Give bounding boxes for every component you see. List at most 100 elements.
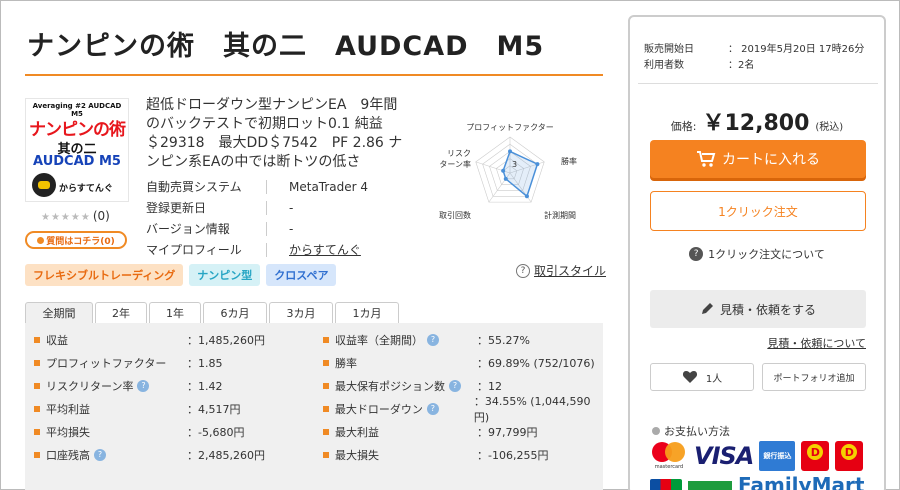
stats-label: 最大損失 <box>335 447 477 463</box>
meta-row: 自動売買システム MetaTrader 4 <box>146 176 406 197</box>
meta-label: 登録更新日 <box>146 201 207 215</box>
stats-label: 収益 <box>46 332 187 348</box>
meta-value: MetaTrader 4 <box>289 179 369 194</box>
stats-row: 平均利益 ：4,517円 最大ドローダウン? ：34.55% (1,044,590円) <box>25 395 603 424</box>
stats-label-text: 平均利益 <box>46 402 90 416</box>
meta-value: - <box>289 221 294 236</box>
trade-style-link[interactable]: ? 取引スタイル <box>516 262 606 279</box>
stats-label-text: リスクリターン率 <box>46 379 134 393</box>
product-thumbnail[interactable]: Averaging #2 AUDCAD M5 ナンピンの術 其の二 AUDCAD… <box>25 98 129 202</box>
favorite-button[interactable]: 1人 <box>650 363 754 391</box>
price: 価格: ￥12,800 (税込) <box>630 105 884 137</box>
stats-label: リスクリターン率? <box>46 378 187 394</box>
radar-axis-label: 勝率 <box>561 156 577 166</box>
stats-value: ：97,799円 <box>477 425 538 439</box>
radar-center-label: 3 <box>512 160 517 169</box>
tab-6months[interactable]: 6カ月 <box>203 302 267 323</box>
help-icon[interactable]: ? <box>427 333 439 346</box>
radar-point <box>501 168 506 173</box>
price-value: ￥12,800 <box>702 111 810 136</box>
stats-table: 収益 ：1,485,260円 収益率（全期間）? ：55.27% プロフィットファクター… <box>25 323 603 490</box>
stats-label-text: 最大利益 <box>335 425 379 439</box>
stats-label: プロフィットファクター <box>46 355 187 371</box>
tab-3months[interactable]: 3カ月 <box>269 302 333 323</box>
rating-count: (0) <box>92 209 110 223</box>
request-quote-button[interactable]: 見積・依頼をする <box>650 290 866 328</box>
bullet-icon <box>652 427 660 435</box>
purchase-panel: 販売開始日 ： 2019年5月20日 17時26分 利用者数 ：2名 価格: ￥… <box>628 15 886 490</box>
stats-label-text: 平均損失 <box>46 425 90 439</box>
stats-row: プロフィットファクター ：1.85 勝率 ：69.89% (752/1076) <box>25 351 603 374</box>
sale-start-row: 販売開始日 ： 2019年5月20日 17時26分 <box>644 39 864 55</box>
stats-label-text: 最大ドローダウン <box>334 402 423 416</box>
about-one-click-link[interactable]: ? 1クリック注文について <box>630 246 884 262</box>
tag-nanpin[interactable]: ナンピン型 <box>189 264 261 286</box>
question-button[interactable]: 質問はコチラ(0) <box>25 231 127 249</box>
stats-row: 収益 ：1,485,260円 収益率（全期間）? ：55.27% <box>25 328 603 351</box>
tab-1year[interactable]: 1年 <box>149 302 201 323</box>
radar-point <box>503 176 508 181</box>
meta-separator <box>266 242 267 257</box>
radar-series-area <box>502 150 539 198</box>
bullet-square-icon <box>323 359 329 366</box>
stats-cell: 勝率 ：69.89% (752/1076) <box>314 355 603 371</box>
bullet-square-icon <box>323 451 329 458</box>
sale-start-value: ： 2019年5月20日 17時26分 <box>728 43 865 55</box>
radar-axis-label: 取引回数 <box>439 210 471 220</box>
meta-row: バージョン情報 - <box>146 218 406 239</box>
stats-cell: 最大利益 ：97,799円 <box>314 424 603 440</box>
add-portfolio-button[interactable]: ポートフォリオ追加 <box>762 363 866 391</box>
meta-separator <box>266 179 267 194</box>
tag-flexible-trading[interactable]: フレキシブルトレーディング <box>25 264 184 286</box>
meta-label: マイプロフィール <box>146 243 242 257</box>
tag-cross-pair[interactable]: クロスペア <box>266 264 337 286</box>
stats-label-text: 勝率 <box>335 356 357 370</box>
request-quote-label: 見積・依頼をする <box>719 302 816 317</box>
familymart-bar-icon <box>688 481 732 490</box>
stats-value: ：69.89% (752/1076) <box>477 356 595 370</box>
radar-point <box>508 149 512 154</box>
radar-chart: 3 プロフィットファクター勝率計測期間 取引回数 リスクターン率 <box>439 123 577 220</box>
page-title: ナンピンの術 其の二 AUDCAD M5 <box>27 31 545 62</box>
pencil-icon <box>701 303 713 314</box>
stats-label: 収益率（全期間）? <box>335 332 477 348</box>
help-icon[interactable]: ? <box>449 379 461 392</box>
meta-row: マイプロフィール からすてんぐ <box>146 239 406 260</box>
stats-label-text: 収益 <box>46 333 68 347</box>
about-quote-link[interactable]: 見積・依頼について <box>767 335 866 351</box>
tab-2years[interactable]: 2年 <box>95 302 147 323</box>
radar-point <box>535 162 540 167</box>
period-tabs: 全期間 2年 1年 6カ月 3カ月 1カ月 <box>25 302 401 323</box>
stats-cell: 最大ドローダウン? ：34.55% (1,044,590円) <box>314 393 603 425</box>
bullet-square-icon <box>323 405 329 412</box>
price-tax: (税込) <box>815 122 844 133</box>
thumbnail-line4: からすてんぐ <box>59 184 113 194</box>
stats-cell: 口座残高? ：2,485,260円 <box>25 447 314 463</box>
title-divider <box>25 74 603 76</box>
daily-yamazaki-logo-icon <box>801 441 830 471</box>
tab-all-period[interactable]: 全期間 <box>25 302 93 323</box>
help-icon[interactable]: ? <box>137 379 150 392</box>
stats-row: 口座残高? ：2,485,260円 最大損失 ：-106,255円 <box>25 443 603 466</box>
bullet-square-icon <box>323 382 329 389</box>
heart-icon <box>682 371 697 383</box>
sale-info: 販売開始日 ： 2019年5月20日 17時26分 利用者数 ：2名 <box>644 39 864 71</box>
tab-1month[interactable]: 1カ月 <box>335 302 399 323</box>
mastercard-label: mastercard <box>654 464 684 470</box>
users-value: ：2名 <box>728 59 755 71</box>
meta-value: - <box>289 200 294 215</box>
stats-value: ：12 <box>477 379 502 393</box>
bullet-square-icon <box>34 382 40 389</box>
users-label: 利用者数 <box>644 59 684 71</box>
stats-cell: 最大損失 ：-106,255円 <box>314 447 603 463</box>
payment-methods-title: お支払い方法 <box>652 423 730 439</box>
stats-label-text: プロフィットファクター <box>46 356 167 370</box>
one-click-order-button[interactable]: 1クリック注文 <box>650 191 866 231</box>
add-to-cart-button[interactable]: カートに入れる <box>650 140 866 178</box>
daily-logo-icon <box>835 441 864 471</box>
profile-link[interactable]: からすてんぐ <box>289 241 361 258</box>
crow-mascot-icon <box>32 173 56 197</box>
help-icon[interactable]: ? <box>426 402 439 415</box>
payment-logos: mastercard VISA 銀行振込 <box>650 439 870 473</box>
help-icon[interactable]: ? <box>94 448 106 461</box>
